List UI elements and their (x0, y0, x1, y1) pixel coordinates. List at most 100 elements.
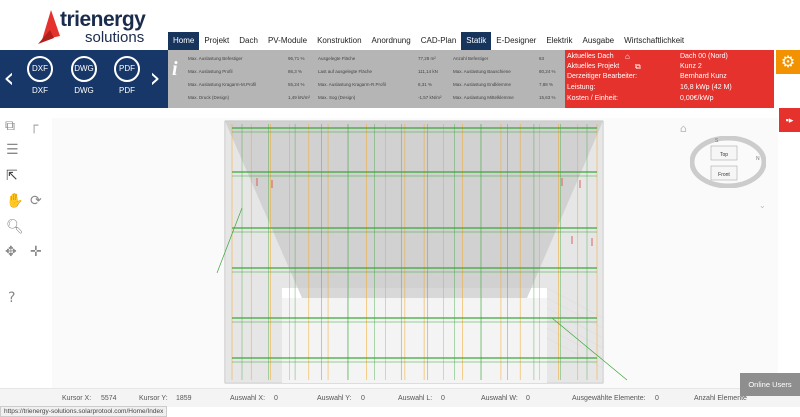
info-value-editor: Bernhard Kunz (680, 73, 727, 80)
info-row: Leistung: 16,8 kWp (42 M) (567, 84, 772, 93)
export-pdf-button[interactable]: PDF PDF (112, 56, 142, 95)
nav-anordnung[interactable]: Anordnung (367, 32, 416, 50)
online-users-button[interactable]: Online Users (740, 373, 800, 396)
info-row: Aktuelles Projekt ⧉ Kunz 2 (567, 62, 772, 72)
info-label-power: Leistung: (567, 84, 596, 91)
pdf-icon: PDF (114, 56, 140, 82)
list-icon[interactable]: ☰ (6, 143, 19, 157)
stat-value: 80,24 % (539, 69, 556, 74)
nav-statik[interactable]: Statik (461, 32, 492, 50)
stat-value: 7,88 % (539, 82, 554, 87)
export-toolbar: ‹ DXF DXF DWG DWG PDF PDF › (0, 50, 168, 108)
nav-home[interactable]: Home (168, 32, 200, 50)
select-cursor-icon[interactable]: ⇱ (6, 169, 18, 183)
gear-icon[interactable]: ⚙ (776, 50, 800, 74)
roof-icon[interactable]: ⌂ (625, 52, 630, 61)
roof-layout-drawing: ⌂ ⌄ (216, 120, 766, 384)
selection-w-value: 0 (526, 395, 530, 402)
nav-wirtschaftlichkeit[interactable]: Wirtschaftlichkeit (619, 32, 689, 50)
trienergy-logo-icon (38, 10, 60, 44)
stat-value: 86,3 % (288, 69, 303, 74)
stat-label: Max. Auslastung Mittelklemme (453, 95, 514, 100)
cursor-y-value: 1859 (176, 395, 192, 402)
info-row: Aktuelles Dach ⌂ Dach 00 (Nord) (567, 52, 772, 62)
brand-tagline: solutions (85, 29, 145, 46)
cursor-y-label: Kursor Y: (139, 395, 168, 402)
cad-canvas[interactable]: ⌂ ⌄ (52, 118, 778, 388)
stats-row: Max. Auslastung Profil 86,3 % Last auf a… (188, 66, 563, 77)
stat-value: 77,28 m² (418, 56, 436, 61)
selected-elements-label: Ausgewählte Elemente: (572, 395, 646, 402)
nav-cad-plan[interactable]: CAD-Plan (416, 32, 462, 50)
info-value-current-roof: Dach 00 (Nord) (680, 53, 728, 60)
project-info-panel: Aktuelles Dach ⌂ Dach 00 (Nord) Aktuelle… (565, 50, 774, 108)
stat-label: Max. Auslastung Kragarm-M.Profil (188, 82, 257, 87)
cursor-x-value: 5574 (101, 395, 117, 402)
help-icon[interactable]: ? (8, 291, 15, 305)
stat-label: Max. Druck (Design) (188, 95, 230, 100)
dwg-icon: DWG (71, 56, 97, 82)
info-label-current-roof: Aktuelles Dach (567, 53, 614, 60)
selection-y-value: 0 (361, 395, 365, 402)
brand-logo[interactable]: trienergy solutions (38, 8, 163, 48)
nav-konstruktion[interactable]: Konstruktion (312, 32, 366, 50)
nav-e-designer[interactable]: E-Designer (491, 32, 541, 50)
stat-value: 55,24 % (288, 82, 305, 87)
stats-row: Max. Auslastung Befestiger 96,71 % Ausge… (188, 53, 563, 64)
pan-hand-icon[interactable]: ✋ (6, 194, 23, 208)
chevron-down-icon[interactable]: ⌄ (759, 201, 766, 210)
stats-row: Max. Druck (Design) 1,49 kN/m² Max. Sog … (188, 92, 563, 103)
stat-label: Max. Auslastung Bauschiene (453, 69, 511, 74)
export-dxf-button[interactable]: DXF DXF (25, 56, 55, 95)
selection-w-label: Auswahl W: (481, 395, 518, 402)
info-value-power: 16,8 kWp (42 M) (680, 84, 732, 91)
stat-label: Anzahl Befestiger (453, 56, 489, 61)
nav-elektrik[interactable]: Elektrik (541, 32, 577, 50)
app-root: { "brand": {"name": "trienergy", "taglin… (0, 0, 800, 417)
stat-value: 111,14 kN (418, 69, 438, 74)
nav-dach[interactable]: Dach (234, 32, 263, 50)
open-project-icon[interactable]: ⧉ (635, 62, 641, 72)
cursor-x-label: Kursor X: (62, 395, 92, 402)
home-view-icon[interactable]: ⌂ (680, 122, 687, 135)
main-nav: Home Projekt Dach PV-Module Konstruktion… (168, 32, 689, 50)
status-bar: Kursor X: 5574 Kursor Y: 1859 Auswahl X:… (0, 388, 800, 407)
nav-pv-module[interactable]: PV-Module (263, 32, 312, 50)
info-value-current-project: Kunz 2 (680, 63, 702, 70)
collapse-panel-icon[interactable]: ▪▸ (779, 108, 800, 132)
export-dwg-label: DWG (74, 86, 94, 95)
stat-value: 1,49 kN/m² (288, 95, 311, 100)
chevron-right-icon[interactable]: › (148, 58, 162, 98)
rotate-icon[interactable]: ⟳ (30, 194, 42, 208)
stat-label: Last auf ausgelegte Fläche (318, 69, 373, 74)
compass-letter-n: N (756, 156, 760, 162)
info-row: Kosten / Einheit: 0,00€/kWp (567, 95, 772, 104)
info-label-editor: Derzeitiger Bearbeiter: (567, 73, 638, 80)
selection-l-label: Auswahl L: (398, 395, 433, 402)
stat-value: 63 (539, 56, 545, 61)
nav-ausgabe[interactable]: Ausgabe (578, 32, 620, 50)
export-pdf-label: PDF (119, 86, 135, 95)
info-icon[interactable]: i (172, 58, 178, 81)
info-row: Derzeitiger Bearbeiter: Bernhard Kunz (567, 73, 772, 82)
corner-tool-icon[interactable]: ┌ (30, 119, 38, 133)
view-cube[interactable]: S N Top Front (689, 135, 767, 189)
info-value-cost: 0,00€/kWp (680, 95, 714, 102)
dxf-icon: DXF (27, 56, 53, 82)
export-dwg-button[interactable]: DWG DWG (69, 56, 99, 95)
stat-value: 96,71 % (288, 56, 305, 61)
export-dxf-label: DXF (32, 86, 48, 95)
selected-elements-value: 0 (655, 395, 659, 402)
zoom-icon[interactable]: 🔍︎ (6, 220, 24, 234)
nav-projekt[interactable]: Projekt (199, 32, 234, 50)
layers-icon[interactable]: ⧉ (5, 119, 15, 133)
element-count-label: Anzahl Elemente (694, 395, 747, 402)
resize-arrows-icon[interactable]: ✛ (30, 245, 42, 259)
chevron-left-icon[interactable]: ‹ (2, 58, 16, 98)
stat-label: Max. Auslastung Befestiger (188, 56, 243, 61)
stat-label: Max. Auslastung Kragarm-R.Profil (318, 82, 386, 87)
status-url: https://trienergy-solutions.solarprotool… (0, 406, 168, 417)
stats-row: Max. Auslastung Kragarm-M.Profil 55,24 %… (188, 79, 563, 90)
selection-x-value: 0 (274, 395, 278, 402)
move-arrows-icon[interactable]: ✥ (5, 245, 17, 259)
